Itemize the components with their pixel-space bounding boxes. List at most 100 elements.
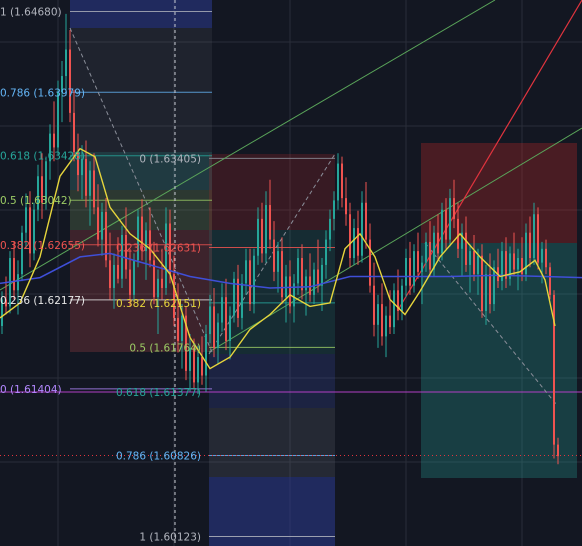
candle-body	[485, 274, 487, 312]
candle-body	[389, 315, 391, 328]
candle-body	[457, 218, 459, 249]
candle-body	[493, 267, 495, 305]
candle-body	[409, 258, 411, 286]
candle-body	[349, 214, 351, 259]
fib-left-label: 0.618 (1.63428)	[0, 151, 85, 163]
fib-mid-band-grey	[209, 408, 335, 477]
fib-mid-label: 1 (1.60123)	[139, 531, 201, 543]
candle-body	[173, 274, 175, 318]
candle-body	[25, 207, 27, 233]
candle-body	[305, 276, 307, 291]
fib-mid-label: 0.236 (1.62631)	[116, 243, 201, 255]
selection-band-bottom	[209, 477, 335, 546]
candle-body	[101, 211, 103, 240]
candle-body	[129, 269, 131, 295]
candle-body	[413, 251, 415, 286]
candle-body	[401, 285, 403, 312]
candle-body	[341, 163, 343, 199]
candle-body	[133, 260, 135, 295]
candle-body	[53, 133, 55, 148]
candle-body	[205, 334, 207, 376]
candle-body	[289, 276, 291, 307]
candle-body	[89, 170, 91, 196]
candle-body	[277, 251, 279, 272]
candle-body	[385, 315, 387, 337]
candle-body	[393, 290, 395, 328]
candle-body	[117, 264, 119, 279]
candle-body	[437, 232, 439, 254]
candle-body	[537, 214, 539, 263]
candle-body	[533, 214, 535, 259]
candle-body	[405, 258, 407, 286]
candle-body	[449, 198, 451, 240]
candle-body	[529, 232, 531, 259]
candle-body	[421, 262, 423, 272]
candle-body	[357, 228, 359, 256]
candle-body	[65, 49, 67, 77]
candle-body	[361, 202, 363, 256]
candle-body	[329, 218, 331, 240]
candle-body	[309, 276, 311, 295]
candle-body	[181, 315, 183, 341]
position-stop-zone	[421, 143, 577, 243]
candle-body	[489, 274, 491, 305]
candle-body	[521, 258, 523, 275]
candle-body	[253, 255, 255, 305]
candle-body	[85, 158, 87, 196]
candle-body	[557, 444, 559, 457]
candle-body	[513, 253, 515, 270]
fib-left-label: 1 (1.64680)	[0, 7, 62, 19]
fib-mid-band-red	[209, 154, 335, 230]
fib-left-label: 0.236 (1.62177)	[0, 295, 85, 307]
candle-body	[197, 357, 199, 383]
candle-body	[365, 202, 367, 240]
candle-body	[425, 241, 427, 263]
candle-body	[113, 264, 115, 288]
candle-body	[297, 258, 299, 284]
candle-body	[217, 322, 219, 348]
fib-mid-label: 0.618 (1.61377)	[116, 387, 201, 399]
price-chart[interactable]: 1 (1.64680) 0.786 (1.63979) 0.618 (1.63428…	[0, 0, 582, 546]
candle-body	[281, 251, 283, 298]
fib-left-label: 0.786 (1.63979)	[0, 87, 85, 99]
candle-body	[273, 239, 275, 272]
candle-body	[473, 251, 475, 275]
candle-body	[93, 170, 95, 208]
candle-body	[445, 209, 447, 240]
candle-body	[249, 260, 251, 305]
candle-body	[257, 218, 259, 256]
candle-body	[157, 278, 159, 298]
candle-body	[377, 304, 379, 325]
candle-body	[213, 306, 215, 348]
candle-body	[201, 357, 203, 376]
candle-body	[353, 228, 355, 259]
candle-body	[433, 232, 435, 270]
candle-body	[301, 258, 303, 291]
candle-body	[229, 315, 231, 341]
candle-body	[429, 241, 431, 270]
candle-body	[57, 92, 59, 148]
candle-body	[453, 198, 455, 219]
candle-body	[381, 304, 383, 337]
fib-mid-label: 0 (1.63405)	[139, 153, 201, 165]
candle-body	[241, 283, 243, 318]
fib-mid-band-green	[209, 230, 335, 354]
candle-body	[69, 49, 71, 113]
candle-body	[261, 218, 263, 254]
candle-body	[517, 258, 519, 270]
candle-body	[333, 200, 335, 219]
candle-body	[441, 209, 443, 254]
candle-body	[469, 251, 471, 265]
candle-body	[17, 274, 19, 291]
fib-mid-label: 0.5 (1.61764)	[129, 342, 201, 354]
candle-body	[545, 248, 547, 268]
fib-left-label: 0.382 (1.62655)	[0, 240, 85, 252]
candle-body	[321, 264, 323, 286]
candle-body	[73, 112, 75, 153]
candle-body	[165, 223, 167, 288]
candle-body	[265, 205, 267, 254]
fib-mid-band-blue	[209, 354, 335, 408]
fib-mid-label: 0.382 (1.62151)	[116, 298, 201, 310]
candle-body	[161, 278, 163, 288]
candle-body	[209, 306, 211, 335]
